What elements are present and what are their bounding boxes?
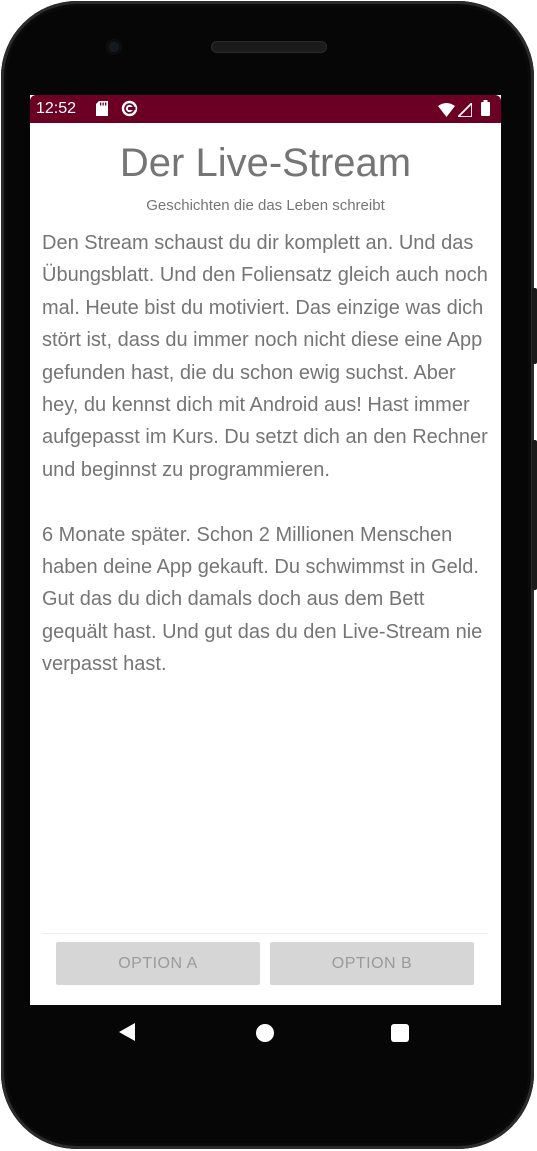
status-bar: 12:52 [30,95,501,123]
wifi-icon [438,102,455,121]
story-text: Den Stream schaust du dir komplett an. U… [42,232,488,676]
power-button[interactable] [532,288,537,364]
sd-card-icon [96,101,108,120]
recents-icon[interactable] [391,1024,409,1042]
sync-icon [121,100,138,121]
option-a-button[interactable]: OPTION A [56,942,260,985]
earpiece-speaker [211,41,327,53]
battery-icon [481,100,490,120]
volume-button[interactable] [532,440,537,590]
navigation-bar [30,1005,501,1061]
screen: 12:52 Der Live-Stream Geschichten die da… [30,95,501,1005]
page-title: Der Live-Stream [119,141,412,185]
home-icon[interactable] [256,1024,274,1042]
back-icon[interactable] [118,1022,136,1046]
signal-icon [455,100,473,121]
page-subtitle: Geschichten die das Leben schreibt [146,197,385,214]
divider [42,933,488,934]
option-b-button[interactable]: OPTION B [270,942,474,985]
status-time: 12:52 [36,100,77,117]
front-camera [106,39,122,55]
